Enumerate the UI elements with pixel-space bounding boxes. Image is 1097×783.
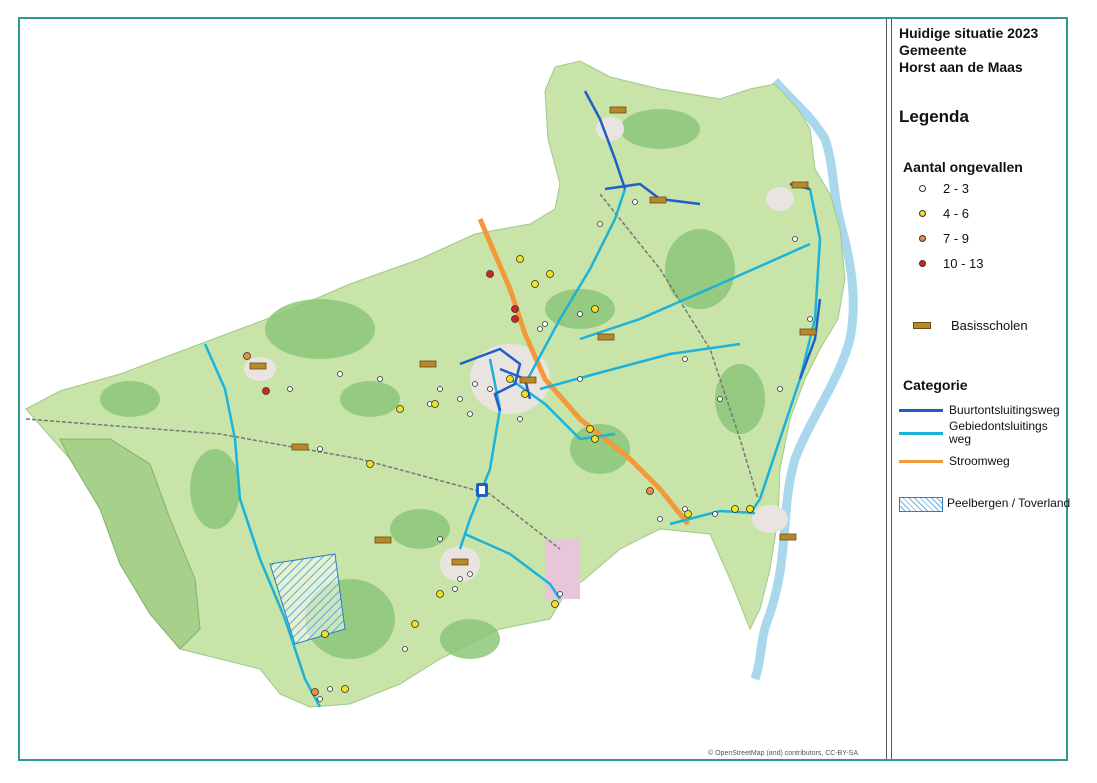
legend-panel: Huidige situatie 2023 Gemeente Horst aan… <box>899 19 1071 759</box>
light-blue-line-icon <box>899 432 943 435</box>
map-attribution: © OpenStreetMap (and) contributors, CC-B… <box>708 750 859 757</box>
school-icon <box>913 322 931 329</box>
legend-label: 4 - 6 <box>943 206 970 221</box>
map-svg <box>25 60 858 708</box>
title-line: Gemeente <box>899 42 967 58</box>
accidents-heading: Aantal ongevallen <box>903 159 1023 175</box>
legend-label: Peelbergen / Toverland <box>947 496 1071 510</box>
divider-line <box>891 19 892 759</box>
category-heading: Categorie <box>903 377 968 393</box>
dark-blue-line-icon <box>899 409 943 412</box>
legend-label: Buurtontsluitingsweg <box>949 403 1060 417</box>
title-line: Huidige situatie 2023 <box>899 25 1039 41</box>
map-title: Huidige situatie 2023 Gemeente Horst aan… <box>899 25 1038 76</box>
legend-label: 7 - 9 <box>943 231 970 246</box>
orange-line-icon <box>899 460 943 463</box>
legend-heading: Legenda <box>899 107 969 126</box>
yellow-dot-icon <box>919 210 926 217</box>
red-dot-icon <box>919 260 926 267</box>
legend-label: 2 - 3 <box>943 181 970 196</box>
legend-label: Stroomweg <box>949 454 1010 468</box>
road-shields <box>476 483 488 497</box>
title-line: Horst aan de Maas <box>899 59 1023 75</box>
divider-line <box>886 19 887 759</box>
legend-label: Gebiedontsluitings weg <box>949 419 1048 446</box>
legend-label: Basisscholen <box>951 318 1028 333</box>
map-canvas[interactable] <box>20 19 886 759</box>
orange-dot-icon <box>919 235 926 242</box>
hatch-pattern-icon <box>899 497 943 512</box>
legend-label: 10 - 13 <box>943 256 984 271</box>
map-frame: Huidige situatie 2023 Gemeente Horst aan… <box>18 17 1071 761</box>
white-dot-icon <box>919 185 926 192</box>
